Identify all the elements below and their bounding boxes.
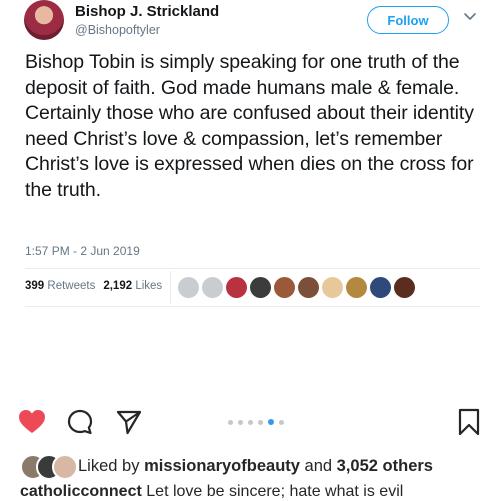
liker-avatar[interactable] <box>178 277 199 298</box>
liker-avatar[interactable] <box>394 277 415 298</box>
liker-avatar[interactable] <box>274 277 295 298</box>
liked-by-others[interactable]: 3,052 others <box>337 457 433 476</box>
carousel-dot <box>238 419 243 425</box>
avatar <box>52 454 78 480</box>
liker-avatar[interactable] <box>346 277 367 298</box>
carousel-dot <box>279 419 284 425</box>
comment-icon[interactable] <box>66 408 94 436</box>
liked-by-row: Liked by missionaryofbeauty and 3,052 ot… <box>20 454 433 480</box>
divider <box>25 268 480 269</box>
divider <box>170 271 171 304</box>
liked-by-prefix: Liked by <box>78 456 140 475</box>
retweets-count: 399 <box>25 280 45 292</box>
carousel-dot <box>258 419 263 425</box>
share-icon[interactable] <box>115 408 143 436</box>
liker-avatar[interactable] <box>370 277 391 298</box>
liker-avatar[interactable] <box>298 277 319 298</box>
instagram-post-actions: Liked by missionaryofbeauty and 3,052 ot… <box>0 395 500 500</box>
likes-count: 2,192 <box>103 280 133 292</box>
liker-avatar[interactable] <box>226 277 247 298</box>
post-caption: catholicconnect Let love be sincere; hat… <box>20 483 403 501</box>
retweets-stat[interactable]: 399 Retweets <box>25 280 95 292</box>
tweet-stats: 399 Retweets 2,192 Likes <box>25 280 162 292</box>
divider <box>25 306 480 307</box>
liker-avatar[interactable] <box>250 277 271 298</box>
caption-username[interactable]: catholicconnect <box>20 483 142 500</box>
carousel-dot <box>248 419 253 425</box>
tweet-timestamp[interactable]: 1:57 PM - 2 Jun 2019 <box>25 244 140 258</box>
carousel-dot-active <box>268 419 274 425</box>
retweets-label: Retweets <box>47 280 96 292</box>
carousel-indicator <box>228 419 284 425</box>
liker-avatar[interactable] <box>202 277 223 298</box>
tweet-text: Bishop Tobin is simply speaking for one … <box>25 51 474 201</box>
embedded-tweet: Bishop J. Strickland @Bishopoftyler Foll… <box>0 0 500 395</box>
likes-label: Likes <box>135 280 163 292</box>
liked-by-user[interactable]: missionaryofbeauty <box>144 457 300 476</box>
author-name[interactable]: Bishop J. Strickland <box>75 3 219 20</box>
author-handle[interactable]: @Bishopoftyler <box>75 23 160 37</box>
bookmark-icon[interactable] <box>457 408 481 436</box>
heart-icon[interactable] <box>18 409 46 435</box>
author-avatar[interactable] <box>24 0 64 40</box>
liked-by-avatars[interactable] <box>20 454 78 480</box>
liked-by-and: and <box>304 456 333 475</box>
chevron-down-icon[interactable] <box>463 10 477 24</box>
liker-avatar[interactable] <box>322 277 343 298</box>
liker-avatars <box>178 277 415 298</box>
likes-stat[interactable]: 2,192 Likes <box>103 280 162 292</box>
follow-button[interactable]: Follow <box>367 6 449 34</box>
caption-text: Let love be sincere; hate what is evil <box>146 483 404 500</box>
carousel-dot <box>228 419 233 425</box>
